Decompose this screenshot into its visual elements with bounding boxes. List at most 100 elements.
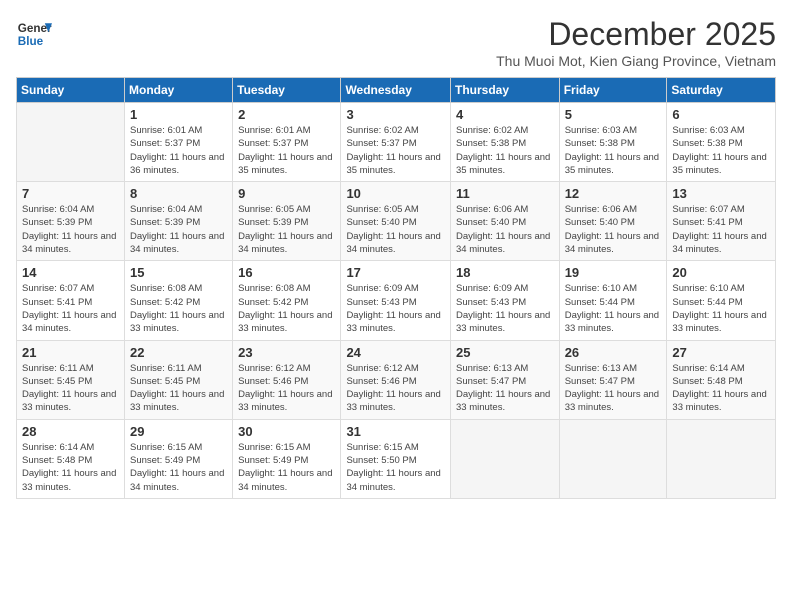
day-info: Sunrise: 6:09 AMSunset: 5:43 PMDaylight:…	[346, 282, 445, 335]
calendar-cell: 3 Sunrise: 6:02 AMSunset: 5:37 PMDaylight…	[341, 103, 451, 182]
day-info: Sunrise: 6:13 AMSunset: 5:47 PMDaylight:…	[565, 362, 662, 415]
location-subtitle: Thu Muoi Mot, Kien Giang Province, Vietn…	[496, 53, 776, 69]
day-number: 6	[672, 107, 770, 122]
day-info: Sunrise: 6:06 AMSunset: 5:40 PMDaylight:…	[456, 203, 554, 256]
logo-icon: General Blue	[16, 16, 52, 52]
day-info: Sunrise: 6:08 AMSunset: 5:42 PMDaylight:…	[238, 282, 335, 335]
day-number: 30	[238, 424, 335, 439]
day-info: Sunrise: 6:15 AMSunset: 5:50 PMDaylight:…	[346, 441, 445, 494]
week-row-5: 28Sunrise: 6:14 AMSunset: 5:48 PMDayligh…	[17, 419, 776, 498]
day-info: Sunrise: 6:12 AMSunset: 5:46 PMDaylight:…	[238, 362, 335, 415]
day-number: 3	[346, 107, 445, 122]
day-info: Sunrise: 6:03 AMSunset: 5:38 PMDaylight:…	[565, 124, 662, 177]
logo: General Blue	[16, 16, 52, 52]
svg-text:Blue: Blue	[18, 35, 44, 48]
day-info: Sunrise: 6:01 AMSunset: 5:37 PMDaylight:…	[130, 124, 227, 177]
weekday-header-tuesday: Tuesday	[233, 78, 341, 103]
day-info: Sunrise: 6:07 AMSunset: 5:41 PMDaylight:…	[672, 203, 770, 256]
day-number: 20	[672, 265, 770, 280]
day-number: 18	[456, 265, 554, 280]
day-number: 24	[346, 345, 445, 360]
calendar-cell: 8 Sunrise: 6:04 AMSunset: 5:39 PMDaylight…	[125, 182, 233, 261]
day-number: 25	[456, 345, 554, 360]
calendar-cell: 21 Sunrise: 6:11 AMSunset: 5:45 PMDayligh…	[17, 340, 125, 419]
calendar-cell: 26 Sunrise: 6:13 AMSunset: 5:47 PMDayligh…	[559, 340, 667, 419]
day-info: Sunrise: 6:04 AMSunset: 5:39 PMDaylight:…	[22, 203, 119, 256]
calendar-cell: 14Sunrise: 6:07 AMSunset: 5:41 PMDayligh…	[17, 261, 125, 340]
calendar-cell	[17, 103, 125, 182]
day-info: Sunrise: 6:03 AMSunset: 5:38 PMDaylight:…	[672, 124, 770, 177]
day-info: Sunrise: 6:10 AMSunset: 5:44 PMDaylight:…	[565, 282, 662, 335]
calendar-cell: 19 Sunrise: 6:10 AMSunset: 5:44 PMDayligh…	[559, 261, 667, 340]
weekday-header-saturday: Saturday	[667, 78, 776, 103]
day-number: 13	[672, 186, 770, 201]
calendar-cell: 16 Sunrise: 6:08 AMSunset: 5:42 PMDayligh…	[233, 261, 341, 340]
day-number: 1	[130, 107, 227, 122]
day-number: 27	[672, 345, 770, 360]
calendar-cell: 15 Sunrise: 6:08 AMSunset: 5:42 PMDayligh…	[125, 261, 233, 340]
calendar-cell	[667, 419, 776, 498]
day-number: 22	[130, 345, 227, 360]
day-number: 15	[130, 265, 227, 280]
calendar-cell: 25Sunrise: 6:13 AMSunset: 5:47 PMDayligh…	[450, 340, 559, 419]
week-row-1: 1 Sunrise: 6:01 AMSunset: 5:37 PMDaylight…	[17, 103, 776, 182]
day-info: Sunrise: 6:01 AMSunset: 5:37 PMDaylight:…	[238, 124, 335, 177]
calendar-cell: 4 Sunrise: 6:02 AMSunset: 5:38 PMDaylight…	[450, 103, 559, 182]
day-number: 14	[22, 265, 119, 280]
day-number: 11	[456, 186, 554, 201]
calendar-cell: 30Sunrise: 6:15 AMSunset: 5:49 PMDayligh…	[233, 419, 341, 498]
day-info: Sunrise: 6:05 AMSunset: 5:40 PMDaylight:…	[346, 203, 445, 256]
day-number: 5	[565, 107, 662, 122]
calendar-cell: 6 Sunrise: 6:03 AMSunset: 5:38 PMDaylight…	[667, 103, 776, 182]
calendar-cell: 7Sunrise: 6:04 AMSunset: 5:39 PMDaylight…	[17, 182, 125, 261]
calendar-cell: 5 Sunrise: 6:03 AMSunset: 5:38 PMDaylight…	[559, 103, 667, 182]
calendar-cell: 27 Sunrise: 6:14 AMSunset: 5:48 PMDayligh…	[667, 340, 776, 419]
calendar-cell: 18 Sunrise: 6:09 AMSunset: 5:43 PMDayligh…	[450, 261, 559, 340]
day-info: Sunrise: 6:14 AMSunset: 5:48 PMDaylight:…	[22, 441, 119, 494]
calendar-cell: 12Sunrise: 6:06 AMSunset: 5:40 PMDayligh…	[559, 182, 667, 261]
page-header: General Blue December 2025 Thu Muoi Mot,…	[16, 16, 776, 69]
weekday-header-wednesday: Wednesday	[341, 78, 451, 103]
day-number: 16	[238, 265, 335, 280]
day-info: Sunrise: 6:02 AMSunset: 5:38 PMDaylight:…	[456, 124, 554, 177]
weekday-header-sunday: Sunday	[17, 78, 125, 103]
day-number: 9	[238, 186, 335, 201]
day-number: 4	[456, 107, 554, 122]
month-title: December 2025	[496, 16, 776, 53]
day-info: Sunrise: 6:09 AMSunset: 5:43 PMDaylight:…	[456, 282, 554, 335]
day-info: Sunrise: 6:05 AMSunset: 5:39 PMDaylight:…	[238, 203, 335, 256]
calendar-cell: 23Sunrise: 6:12 AMSunset: 5:46 PMDayligh…	[233, 340, 341, 419]
calendar-cell: 11 Sunrise: 6:06 AMSunset: 5:40 PMDayligh…	[450, 182, 559, 261]
day-info: Sunrise: 6:10 AMSunset: 5:44 PMDaylight:…	[672, 282, 770, 335]
day-info: Sunrise: 6:12 AMSunset: 5:46 PMDaylight:…	[346, 362, 445, 415]
calendar-cell: 17 Sunrise: 6:09 AMSunset: 5:43 PMDayligh…	[341, 261, 451, 340]
day-info: Sunrise: 6:06 AMSunset: 5:40 PMDaylight:…	[565, 203, 662, 256]
day-number: 26	[565, 345, 662, 360]
calendar-table: SundayMondayTuesdayWednesdayThursdayFrid…	[16, 77, 776, 499]
day-number: 10	[346, 186, 445, 201]
calendar-cell: 28Sunrise: 6:14 AMSunset: 5:48 PMDayligh…	[17, 419, 125, 498]
day-number: 2	[238, 107, 335, 122]
day-info: Sunrise: 6:02 AMSunset: 5:37 PMDaylight:…	[346, 124, 445, 177]
calendar-cell: 9 Sunrise: 6:05 AMSunset: 5:39 PMDaylight…	[233, 182, 341, 261]
calendar-cell: 24 Sunrise: 6:12 AMSunset: 5:46 PMDayligh…	[341, 340, 451, 419]
calendar-cell: 31 Sunrise: 6:15 AMSunset: 5:50 PMDayligh…	[341, 419, 451, 498]
calendar-cell	[559, 419, 667, 498]
day-info: Sunrise: 6:08 AMSunset: 5:42 PMDaylight:…	[130, 282, 227, 335]
weekday-header-friday: Friday	[559, 78, 667, 103]
day-info: Sunrise: 6:11 AMSunset: 5:45 PMDaylight:…	[22, 362, 119, 415]
day-number: 8	[130, 186, 227, 201]
calendar-cell: 13 Sunrise: 6:07 AMSunset: 5:41 PMDayligh…	[667, 182, 776, 261]
calendar-cell	[450, 419, 559, 498]
calendar-cell: 1 Sunrise: 6:01 AMSunset: 5:37 PMDaylight…	[125, 103, 233, 182]
weekday-header-thursday: Thursday	[450, 78, 559, 103]
calendar-cell: 22Sunrise: 6:11 AMSunset: 5:45 PMDayligh…	[125, 340, 233, 419]
day-info: Sunrise: 6:14 AMSunset: 5:48 PMDaylight:…	[672, 362, 770, 415]
day-number: 19	[565, 265, 662, 280]
day-number: 17	[346, 265, 445, 280]
day-number: 21	[22, 345, 119, 360]
weekday-header-row: SundayMondayTuesdayWednesdayThursdayFrid…	[17, 78, 776, 103]
day-number: 31	[346, 424, 445, 439]
day-info: Sunrise: 6:04 AMSunset: 5:39 PMDaylight:…	[130, 203, 227, 256]
calendar-cell: 29Sunrise: 6:15 AMSunset: 5:49 PMDayligh…	[125, 419, 233, 498]
